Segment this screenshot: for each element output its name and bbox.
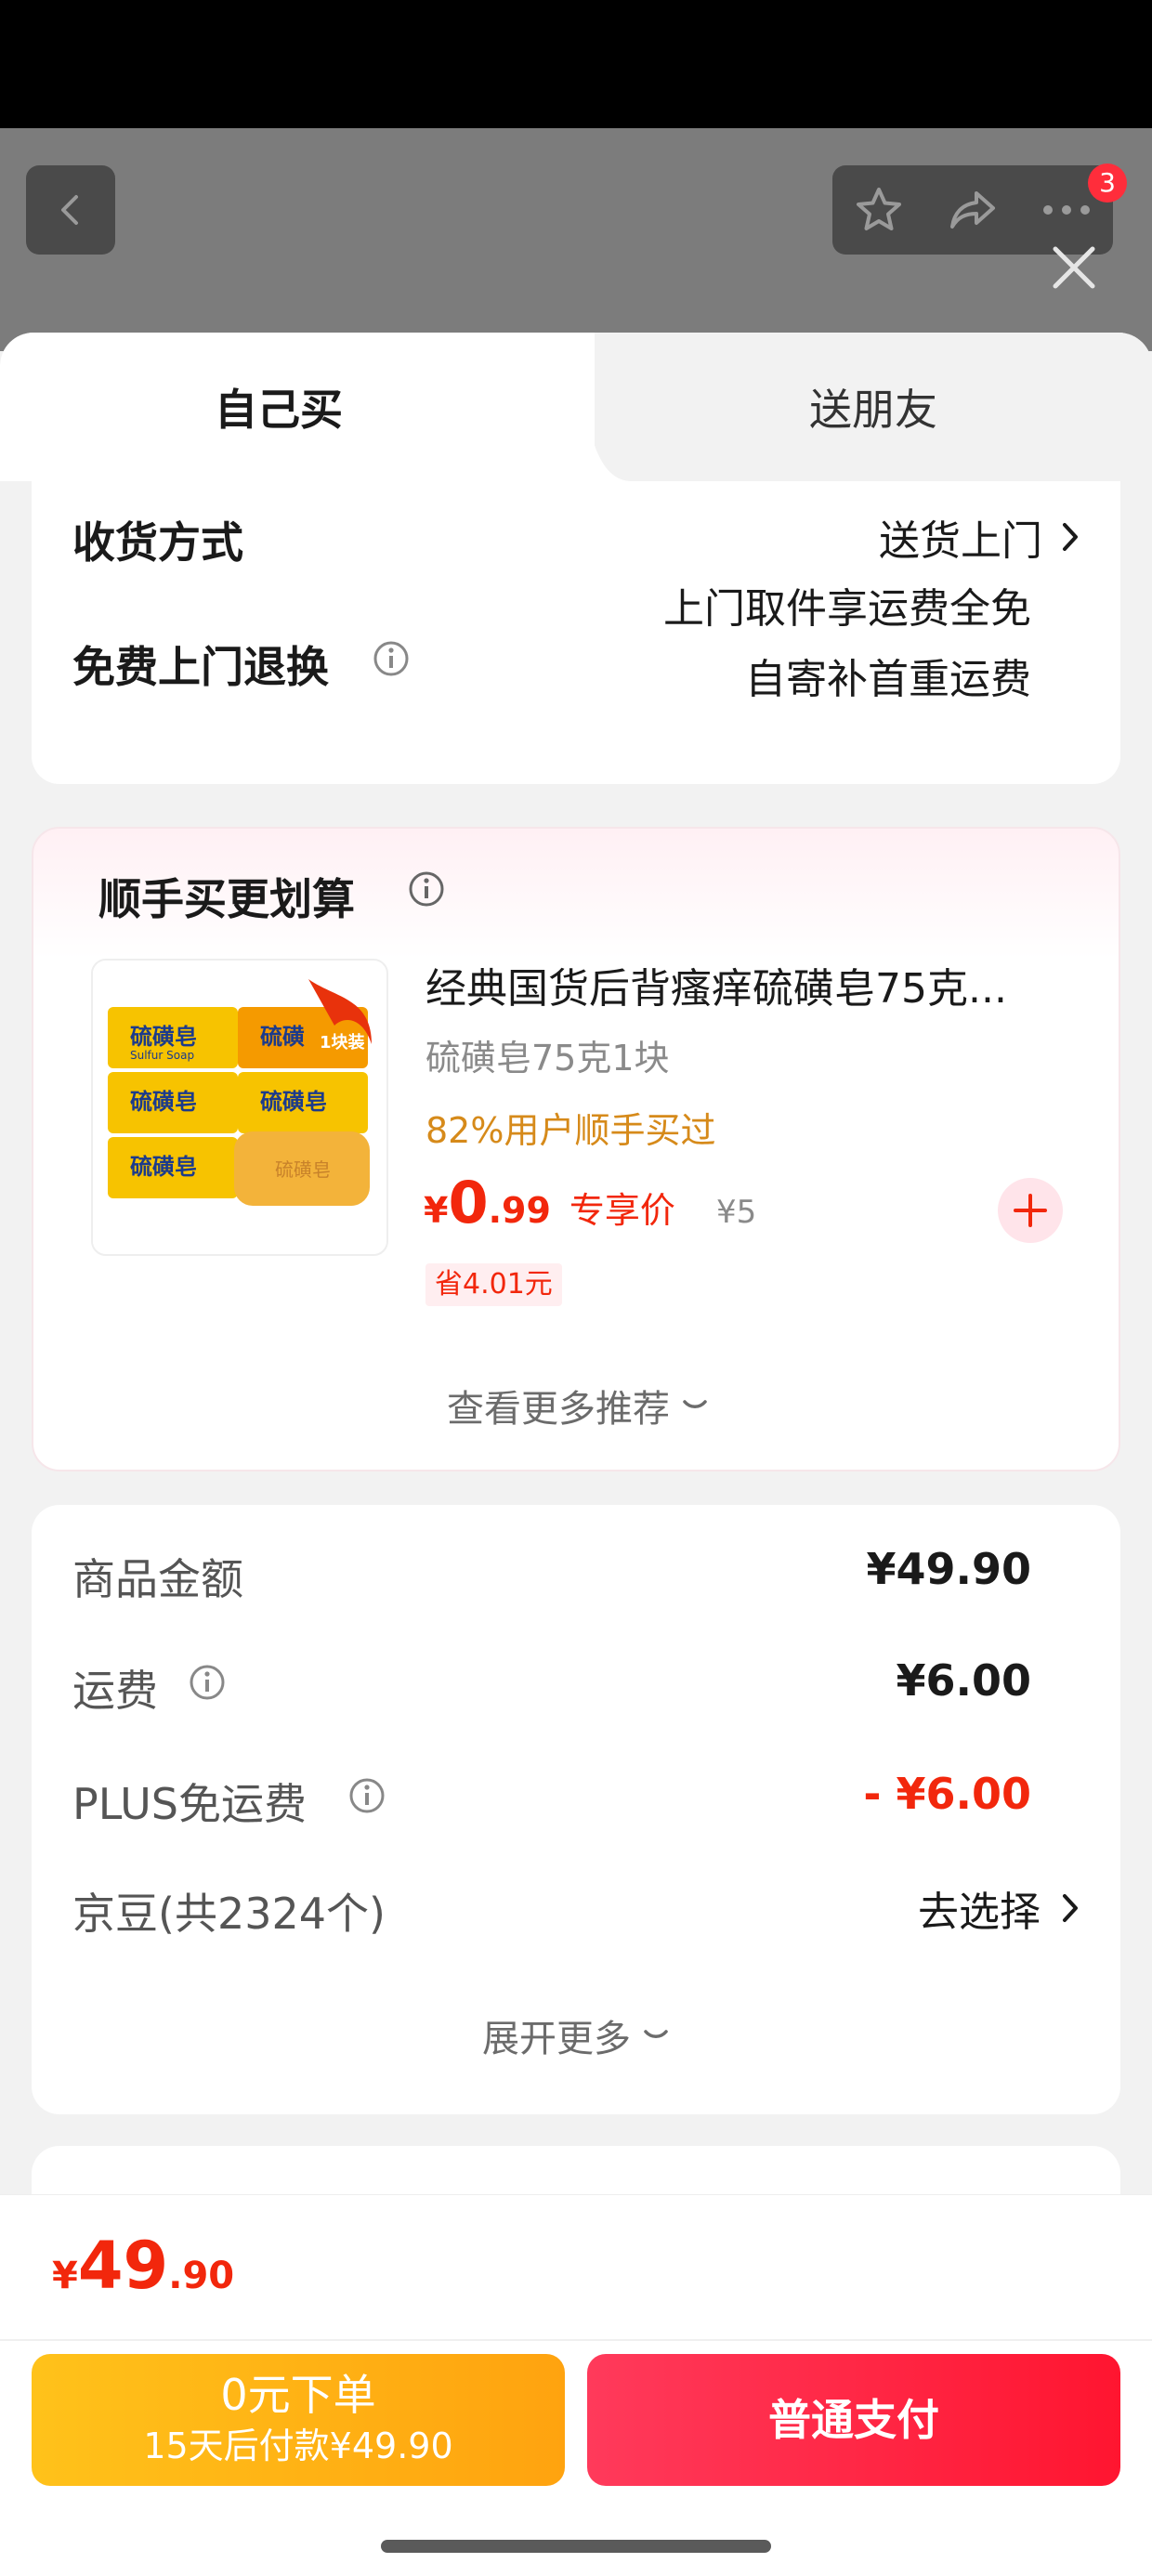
delivery-card: 收货方式 送货上门 免费上门退换 上门取件享运费全免 自寄补首重运费 [32,481,1120,784]
chevron-left-icon [61,195,78,225]
plus-free-shipping-label: PLUS免运费 [72,1779,307,1829]
product-price: ¥ 0 .99 专享价 ¥5 [424,1169,756,1236]
shipping-value: ¥6.00 [896,1655,1031,1706]
close-sheet-button[interactable] [1046,240,1102,295]
add-product-button[interactable] [998,1178,1063,1243]
recommend-card: 顺手买更划算 硫磺皂 Sulfur Soap 硫磺 1块装 硫磺皂 硫磺皂 硫磺… [32,827,1120,1471]
expand-more-label: 展开更多 [482,2018,631,2060]
info-icon[interactable] [347,1776,386,1815]
free-return-note: 上门取件享运费全免 自寄补首重运费 [663,574,1031,715]
summary-row-label: 商品金额 [72,1554,243,1604]
back-button[interactable] [26,165,115,255]
chevron-down-icon [683,1400,707,1408]
svg-text:硫磺皂: 硫磺皂 [130,1089,197,1115]
star-icon [857,188,902,230]
total-currency: ¥ [52,2255,78,2297]
free-return-line1: 上门取件享运费全免 [663,585,1031,633]
pay-later-subtitle: 15天后付款¥49.90 [143,2426,453,2466]
share-button[interactable] [931,165,1015,255]
tab-gift-friend[interactable]: 送朋友 [706,377,1041,442]
chevron-down-icon [644,2030,668,2038]
save-amount-badge: 省4.01元 [425,1263,562,1306]
total-price: ¥ 49 .90 [52,2228,234,2304]
plus-icon [1014,1194,1047,1227]
price-summary-card: 商品金额 ¥49.90 运费 ¥6.00 PLUS免运费 - ¥6.00 京豆(… [32,1505,1120,2114]
delivery-method-label: 收货方式 [72,517,243,568]
svg-text:硫磺皂: 硫磺皂 [130,1154,197,1180]
price-integer: 0 [448,1169,489,1236]
jd-beans-value: 去选择 [918,1889,1041,1936]
jd-beans-label: 京豆(共2324个) [72,1889,386,1939]
svg-text:硫磺: 硫磺 [260,1024,305,1050]
total-integer: 49 [77,2228,169,2304]
divider [0,2339,1152,2341]
product-spec: 硫磺皂75克1块 [425,1038,670,1079]
free-return-label: 免费上门退换 [72,642,329,692]
product-image[interactable]: 硫磺皂 Sulfur Soap 硫磺 1块装 硫磺皂 硫磺皂 硫磺皂 硫磺皂 [91,959,388,1256]
original-price: ¥5 [715,1194,757,1231]
delivery-method-selector[interactable]: 送货上门 [879,507,1080,567]
close-icon [1053,246,1095,289]
tab-curve [520,333,632,481]
info-icon[interactable] [188,1663,227,1702]
recommend-title: 顺手买更划算 [98,874,355,924]
favorite-button[interactable] [837,165,921,255]
info-icon[interactable] [372,639,411,678]
shipping-label: 运费 [72,1666,158,1716]
price-decimal: .99 [488,1190,551,1231]
more-recommend-button[interactable]: 查看更多推荐 [33,1379,1122,1432]
total-decimal: .90 [168,2255,235,2297]
home-indicator [381,2540,771,2553]
price-tag: 专享价 [569,1190,675,1231]
more-icon [1042,205,1090,215]
delivery-method-value: 送货上门 [879,517,1042,565]
price-currency: ¥ [424,1190,449,1231]
status-bar [0,0,1152,128]
pay-button[interactable]: 普通支付 [587,2354,1120,2486]
plus-free-shipping-value: - ¥6.00 [863,1769,1031,1819]
chevron-right-icon [1063,523,1078,551]
pay-later-title: 0元下单 [220,2370,376,2420]
pay-later-button[interactable]: 0元下单 15天后付款¥49.90 [32,2354,565,2486]
tab-buy-self[interactable]: 自己买 [111,377,446,442]
svg-text:硫磺皂: 硫磺皂 [260,1089,327,1115]
chevron-right-icon [1063,1894,1078,1922]
summary-row-value: ¥49.90 [866,1544,1031,1594]
free-return-line2: 自寄补首重运费 [745,656,1031,703]
image-label-sub: Sulfur Soap [130,1049,194,1062]
more-recommend-label: 查看更多推荐 [447,1388,670,1431]
product-name[interactable]: 经典国货后背瘙痒硫磺皂75克... [425,955,1094,1014]
share-icon [949,191,995,229]
buy-rate: 82%用户顺手买过 [425,1110,716,1151]
soap-image: 硫磺皂 Sulfur Soap 硫磺 1块装 硫磺皂 硫磺皂 硫磺皂 硫磺皂 [93,961,383,1250]
jd-beans-selector[interactable]: 去选择 [918,1878,1080,1938]
notification-badge: 3 [1088,163,1127,203]
expand-more-button[interactable]: 展开更多 [32,2008,1120,2062]
info-icon[interactable] [407,870,446,909]
image-bar-label: 硫磺皂 [275,1158,331,1181]
image-label-main: 硫磺皂 [130,1024,197,1050]
image-badge: 1块装 [320,1032,365,1053]
